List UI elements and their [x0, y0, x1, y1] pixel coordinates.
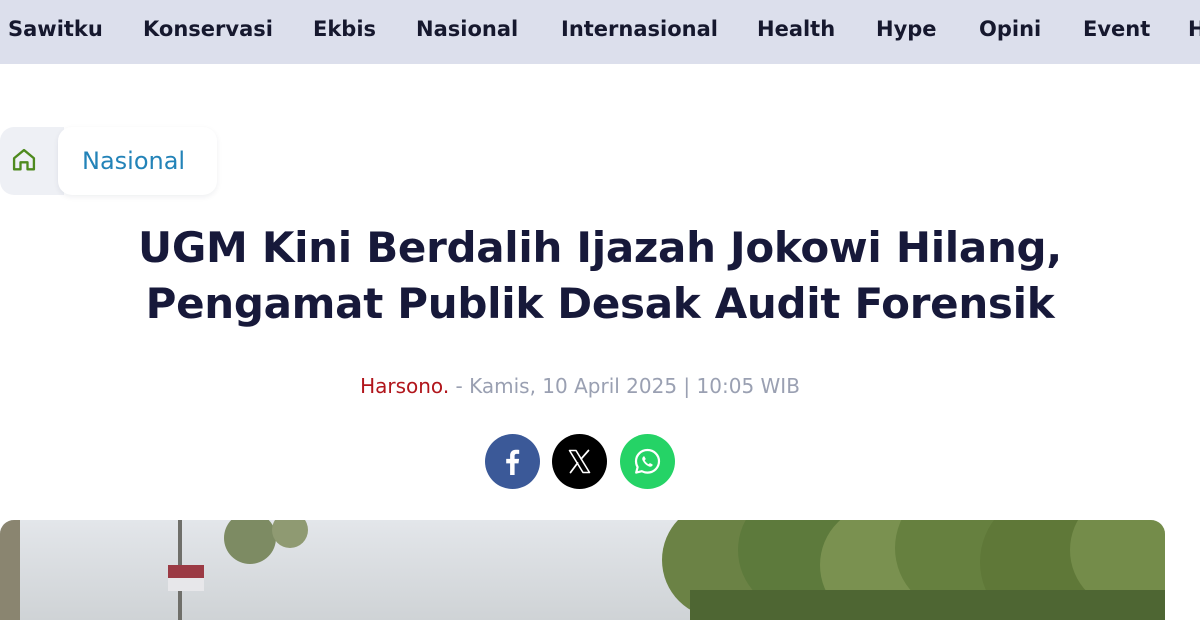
breadcrumb-category-label: Nasional [82, 147, 186, 175]
nav-item-partial[interactable]: H [1188, 14, 1200, 44]
nav-item-health[interactable]: Health [757, 14, 835, 44]
whatsapp-icon [620, 434, 675, 489]
article-meta: Harsono. - Kamis, 10 April 2025 | 10:05 … [0, 371, 1160, 401]
nav-item-hype[interactable]: Hype [876, 14, 937, 44]
share-whatsapp-button[interactable] [620, 434, 675, 489]
article-title-line-2: Pengamat Publik Desak Audit Forensik [145, 279, 1055, 328]
hero-photo [0, 520, 1165, 620]
nav-item-event[interactable]: Event [1083, 14, 1150, 44]
nav-item-sawitku[interactable]: Sawitku [8, 14, 103, 44]
share-x-button[interactable] [552, 434, 607, 489]
publish-date: - Kamis, 10 April 2025 | 10:05 WIB [455, 374, 800, 398]
home-icon [12, 148, 36, 171]
nav-item-ekbis[interactable]: Ekbis [313, 14, 376, 44]
author-link[interactable]: Harsono. [360, 374, 449, 398]
nav-item-nasional[interactable]: Nasional [416, 14, 518, 44]
top-navigation-bar: Sawitku Konservasi Ekbis Nasional Intern… [0, 0, 1200, 64]
article-hero-image [0, 520, 1165, 620]
article-title-line-1: UGM Kini Berdalih Ijazah Jokowi Hilang, [138, 223, 1062, 272]
breadcrumb-category[interactable]: Nasional [58, 127, 217, 195]
share-facebook-button[interactable] [485, 434, 540, 489]
article-title: UGM Kini Berdalih Ijazah Jokowi Hilang, … [40, 220, 1160, 332]
nav-item-internasional[interactable]: Internasional [561, 14, 718, 44]
facebook-icon [485, 434, 540, 489]
breadcrumb-home-button[interactable] [0, 127, 64, 195]
x-icon [552, 434, 607, 489]
nav-item-konservasi[interactable]: Konservasi [143, 14, 273, 44]
nav-item-opini[interactable]: Opini [979, 14, 1041, 44]
